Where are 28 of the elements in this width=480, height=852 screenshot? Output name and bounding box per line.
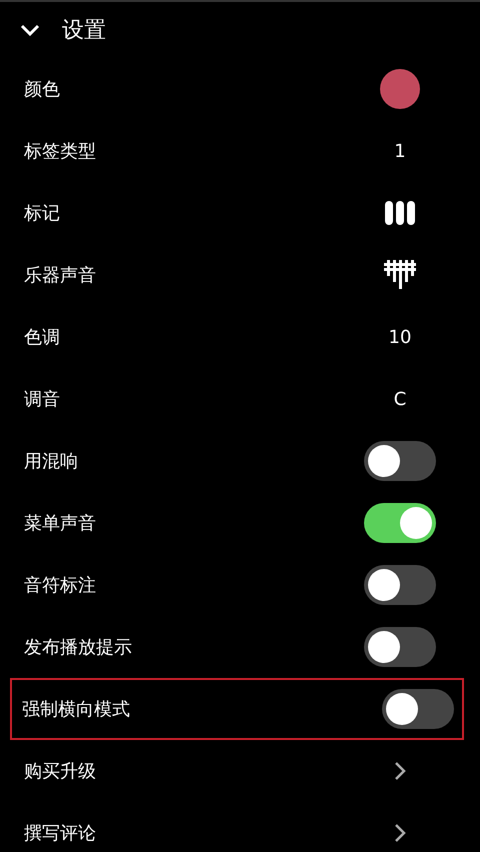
- setting-value[interactable]: C: [394, 388, 406, 410]
- toggle-switch[interactable]: [364, 565, 436, 605]
- setting-label: 音符标注: [24, 574, 96, 597]
- setting-label: 购买升级: [24, 760, 96, 783]
- setting-label: 标签类型: [24, 140, 96, 163]
- setting-label: 发布播放提示: [24, 636, 132, 659]
- chevron-right-icon[interactable]: [394, 761, 406, 781]
- kalimba-icon[interactable]: [383, 260, 417, 290]
- toggle-switch[interactable]: [364, 441, 436, 481]
- toggle-switch[interactable]: [364, 627, 436, 667]
- setting-value[interactable]: 10: [388, 326, 412, 348]
- toggle-switch[interactable]: [364, 503, 436, 543]
- setting-value[interactable]: 1: [394, 140, 406, 162]
- settings-header[interactable]: 设置: [0, 2, 480, 58]
- setting-label: 标记: [24, 202, 60, 225]
- setting-label: 菜单声音: [24, 512, 96, 535]
- chevron-right-icon[interactable]: [394, 823, 406, 843]
- bars-icon[interactable]: [384, 200, 416, 226]
- setting-label: 撰写评论: [24, 822, 96, 845]
- color-swatch[interactable]: [380, 69, 420, 109]
- toggle-switch[interactable]: [382, 689, 454, 729]
- setting-label: 颜色: [24, 78, 60, 101]
- setting-label: 强制横向模式: [22, 698, 130, 721]
- setting-label: 色调: [24, 326, 60, 349]
- section-title: 设置: [62, 17, 106, 45]
- setting-label: 乐器声音: [24, 264, 96, 287]
- setting-label: 调音: [24, 388, 60, 411]
- setting-label: 用混响: [24, 450, 78, 473]
